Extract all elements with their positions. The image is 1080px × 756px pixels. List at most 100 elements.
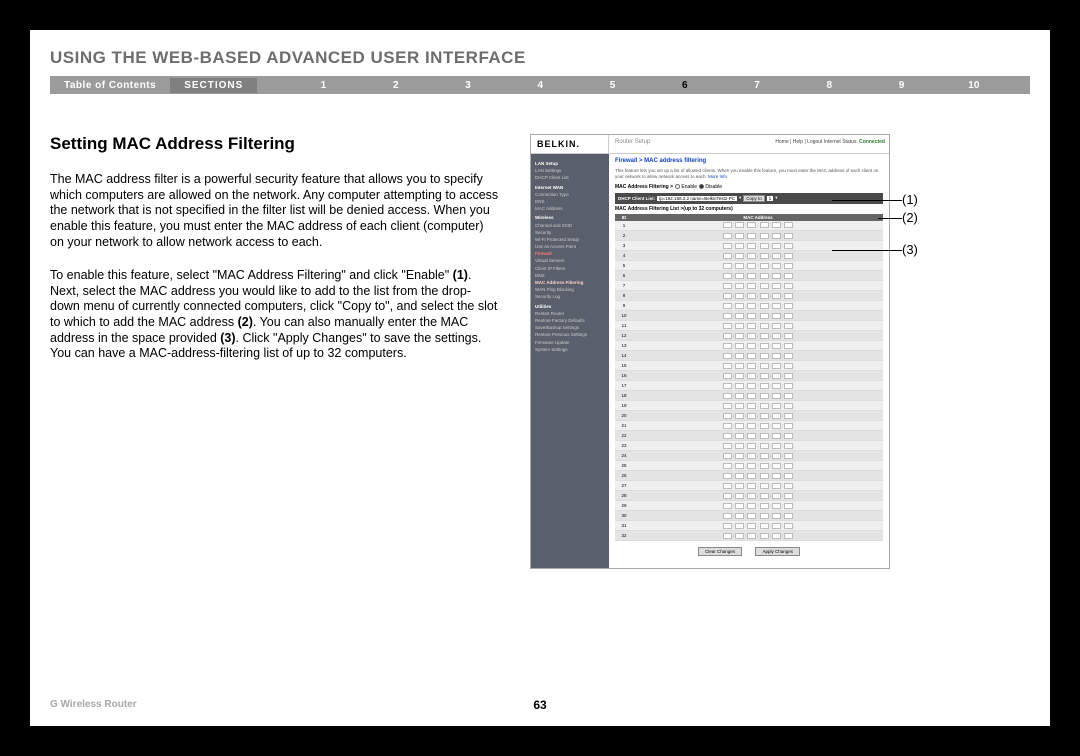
- mac-octet-input[interactable]: [784, 353, 793, 359]
- mac-octet-input[interactable]: [760, 483, 769, 489]
- mac-octet-input[interactable]: [760, 233, 769, 239]
- mac-octet-input[interactable]: [747, 503, 756, 509]
- mac-octet-input[interactable]: [784, 403, 793, 409]
- mac-octet-input[interactable]: [747, 323, 756, 329]
- sidebar-item[interactable]: DNS: [535, 198, 605, 205]
- mac-cell[interactable]: :::::: [633, 461, 883, 471]
- mac-cell[interactable]: :::::: [633, 251, 883, 261]
- mac-cell[interactable]: :::::: [633, 261, 883, 271]
- sidebar-item[interactable]: Wireless: [535, 214, 605, 221]
- copy-to-button[interactable]: Copy to: [743, 195, 765, 202]
- sidebar-item[interactable]: Save/Backup Settings: [535, 324, 605, 331]
- mac-octet-input[interactable]: [747, 333, 756, 339]
- mac-octet-input[interactable]: [784, 222, 793, 228]
- mac-octet-input[interactable]: [784, 293, 793, 299]
- mac-octet-input[interactable]: [784, 383, 793, 389]
- sidebar-item[interactable]: Security Log: [535, 293, 605, 300]
- mac-octet-input[interactable]: [723, 373, 732, 379]
- mac-octet-input[interactable]: [760, 523, 769, 529]
- mac-cell[interactable]: :::::: [633, 491, 883, 501]
- mac-cell[interactable]: :::::: [633, 431, 883, 441]
- mac-octet-input[interactable]: [747, 473, 756, 479]
- sidebar-item[interactable]: Virtual Servers: [535, 257, 605, 264]
- mac-octet-input[interactable]: [747, 523, 756, 529]
- mac-octet-input[interactable]: [760, 343, 769, 349]
- mac-octet-input[interactable]: [723, 273, 732, 279]
- mac-octet-input[interactable]: [747, 303, 756, 309]
- section-link-7[interactable]: 7: [721, 80, 793, 91]
- mac-cell[interactable]: :::::: [633, 271, 883, 281]
- mac-octet-input[interactable]: [760, 363, 769, 369]
- mac-octet-input[interactable]: [735, 243, 744, 249]
- mac-octet-input[interactable]: [735, 483, 744, 489]
- mac-octet-input[interactable]: [747, 353, 756, 359]
- sidebar-item[interactable]: Client IP Filters: [535, 265, 605, 272]
- section-link-6[interactable]: 6: [649, 80, 721, 91]
- mac-octet-input[interactable]: [747, 233, 756, 239]
- mac-octet-input[interactable]: [747, 313, 756, 319]
- mac-octet-input[interactable]: [723, 283, 732, 289]
- mac-cell[interactable]: :::::: [633, 301, 883, 311]
- mac-octet-input[interactable]: [760, 303, 769, 309]
- mac-cell[interactable]: :::::: [633, 321, 883, 331]
- mac-octet-input[interactable]: [772, 222, 781, 228]
- section-link-10[interactable]: 10: [938, 80, 1010, 91]
- mac-octet-input[interactable]: [760, 323, 769, 329]
- mac-octet-input[interactable]: [747, 513, 756, 519]
- mac-octet-input[interactable]: [735, 293, 744, 299]
- mac-octet-input[interactable]: [723, 323, 732, 329]
- mac-octet-input[interactable]: [723, 343, 732, 349]
- mac-octet-input[interactable]: [760, 403, 769, 409]
- mac-octet-input[interactable]: [772, 243, 781, 249]
- mac-octet-input[interactable]: [747, 253, 756, 259]
- mac-cell[interactable]: :::::: [633, 361, 883, 371]
- mac-octet-input[interactable]: [747, 533, 756, 539]
- mac-octet-input[interactable]: [760, 263, 769, 269]
- mac-octet-input[interactable]: [723, 473, 732, 479]
- mac-octet-input[interactable]: [772, 483, 781, 489]
- toc-link[interactable]: Table of Contents: [50, 80, 170, 91]
- mac-cell[interactable]: :::::: [633, 381, 883, 391]
- mac-octet-input[interactable]: [784, 283, 793, 289]
- mac-octet-input[interactable]: [784, 303, 793, 309]
- mac-octet-input[interactable]: [772, 433, 781, 439]
- mac-octet-input[interactable]: [760, 513, 769, 519]
- mac-octet-input[interactable]: [735, 433, 744, 439]
- mac-cell[interactable]: :::::: [633, 481, 883, 491]
- mac-octet-input[interactable]: [723, 333, 732, 339]
- mac-octet-input[interactable]: [760, 253, 769, 259]
- more-info-link[interactable]: More Info: [708, 174, 727, 179]
- mac-octet-input[interactable]: [760, 293, 769, 299]
- mac-octet-input[interactable]: [784, 433, 793, 439]
- mac-octet-input[interactable]: [747, 423, 756, 429]
- mac-cell[interactable]: :::::: [633, 351, 883, 361]
- mac-octet-input[interactable]: [784, 313, 793, 319]
- mac-octet-input[interactable]: [784, 513, 793, 519]
- mac-octet-input[interactable]: [760, 373, 769, 379]
- mac-octet-input[interactable]: [747, 463, 756, 469]
- mac-octet-input[interactable]: [784, 503, 793, 509]
- apply-changes-button[interactable]: Apply Changes: [755, 547, 800, 556]
- mac-octet-input[interactable]: [784, 263, 793, 269]
- copy-slot-dropdown[interactable]: 1: [767, 196, 774, 201]
- mac-octet-input[interactable]: [747, 383, 756, 389]
- mac-octet-input[interactable]: [747, 413, 756, 419]
- mac-octet-input[interactable]: [723, 523, 732, 529]
- mac-octet-input[interactable]: [735, 303, 744, 309]
- mac-octet-input[interactable]: [747, 493, 756, 499]
- mac-octet-input[interactable]: [772, 323, 781, 329]
- mac-octet-input[interactable]: [772, 313, 781, 319]
- sidebar-item[interactable]: Wi-Fi Protected Setup: [535, 236, 605, 243]
- mac-octet-input[interactable]: [772, 263, 781, 269]
- enable-radio[interactable]: [675, 184, 680, 189]
- sidebar-item[interactable]: Security: [535, 229, 605, 236]
- mac-octet-input[interactable]: [735, 463, 744, 469]
- mac-octet-input[interactable]: [747, 403, 756, 409]
- section-link-9[interactable]: 9: [865, 80, 937, 91]
- mac-octet-input[interactable]: [735, 383, 744, 389]
- mac-octet-input[interactable]: [760, 423, 769, 429]
- mac-octet-input[interactable]: [747, 373, 756, 379]
- mac-octet-input[interactable]: [735, 373, 744, 379]
- mac-octet-input[interactable]: [735, 523, 744, 529]
- mac-octet-input[interactable]: [760, 473, 769, 479]
